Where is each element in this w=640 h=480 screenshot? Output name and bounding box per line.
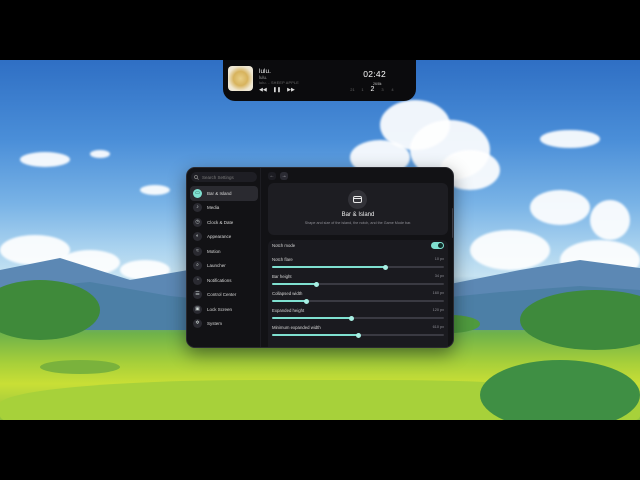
media-controls: ◀◀ ❚❚ ▶▶ [259,87,295,93]
settings-rows: Notch mode Notch flare 10 px Bar height 34 p… [268,240,448,347]
slider-fill [272,283,317,285]
dynamic-island[interactable]: lulu. lulu. lulu. - SHEEP APPLE ◀◀ ❚❚ ▶▶… [223,60,416,101]
sidebar-item-motion[interactable]: ≈ Motion [190,244,258,259]
sidebar-item-label: Notifications [207,277,232,283]
palette-icon: ◐ [193,232,202,242]
settings-content: ← → Bar & Island Shape and size of the i… [262,168,453,347]
setting-value: 160 px [432,291,444,295]
search-box[interactable] [191,172,257,182]
day-item[interactable]: 4 [390,87,395,92]
search-input[interactable] [202,174,257,180]
rocket-icon: ⌕ [193,261,202,271]
sidebar-item-label: Lock Screen [207,306,233,312]
day-item[interactable]: 21 [350,87,355,92]
sidebar-item-label: System [207,321,223,327]
setting-label: Notch mode [272,243,296,248]
slider-knob[interactable] [314,281,320,287]
slider-fill [272,266,386,268]
track-artist: lulu. [259,75,268,80]
sidebar-item-label: Launcher [207,263,226,269]
slider-fill [272,317,352,319]
sidebar-item-clock-date[interactable]: ◷ Clock & Date [190,215,258,230]
section-title: Bar & Island [341,212,375,218]
search-icon [194,174,199,180]
pause-icon[interactable]: ❚❚ [273,87,281,93]
window-icon [348,190,367,209]
album-art [228,66,253,91]
gear-icon: ✲ [193,319,202,329]
sidebar-item-label: Bar & Island [207,190,232,196]
bar-height-slider[interactable] [272,281,444,287]
sidebar-item-system[interactable]: ✲ System [190,317,258,332]
sidebar-item-label: Control Center [207,292,237,298]
collapsed-width-slider[interactable] [272,298,444,304]
day-item[interactable]: 1 [360,87,365,92]
settings-window: ▭ Bar & Island ♪ Media ◷ Clock & Date ◐ Appeara… [186,167,454,348]
sidebar-item-control-center[interactable]: ☰ Control Center [190,288,258,303]
sidebar-item-media[interactable]: ♪ Media [190,201,258,216]
slider-knob[interactable] [383,264,389,270]
settings-sidebar: ▭ Bar & Island ♪ Media ◷ Clock & Date ◐ Appeara… [187,168,261,347]
setting-value: 120 px [432,308,444,312]
island-icon: ▭ [193,188,202,198]
music-note-icon: ♪ [193,203,202,213]
section-header-card: Bar & Island Shape and size of the islan… [268,183,448,235]
motion-icon: ≈ [193,246,202,256]
slider-knob[interactable] [348,315,354,321]
sidebar-item-launcher[interactable]: ⌕ Launcher [190,259,258,274]
date-strip: 21 1 2 3 4 [350,86,395,93]
slider-knob[interactable] [303,298,309,304]
slider-fill [272,300,307,302]
sliders-icon: ☰ [193,290,202,300]
sidebar-item-label: Motion [207,248,221,254]
track-album: lulu. - SHEEP APPLE [259,81,300,85]
toolbar: ← → [268,172,288,180]
track-title: lulu. [259,68,271,75]
setting-value: 10 px [434,257,444,261]
minimum-expanded-width-slider[interactable] [272,332,444,338]
lock-icon: ▣ [193,304,202,314]
settings-nav: ▭ Bar & Island ♪ Media ◷ Clock & Date ◐ Appeara… [190,186,258,331]
sidebar-item-lock-screen[interactable]: ▣ Lock Screen [190,302,258,317]
notch-flare-slider[interactable] [272,264,444,270]
sidebar-item-label: Clock & Date [207,219,234,225]
setting-value: 34 px [434,274,444,278]
day-item[interactable]: 3 [380,87,385,92]
sidebar-item-label: Appearance [207,234,232,240]
expanded-height-slider[interactable] [272,315,444,321]
section-subtitle: Shape and size of the island, the notch,… [304,221,412,225]
forward-button[interactable]: → [280,172,288,180]
sidebar-item-label: Media [207,205,220,211]
setting-label: Expanded height [272,308,305,313]
sidebar-item-notifications[interactable]: ◔ Notifications [190,273,258,288]
setting-label: Minimum expanded width [272,325,321,330]
setting-label: Notch flare [272,257,293,262]
clock: 02:42 [363,69,386,79]
scrollbar[interactable] [452,208,453,238]
slider-fill [272,334,358,336]
screen: lulu. lulu. lulu. - SHEEP APPLE ◀◀ ❚❚ ▶▶… [0,0,640,480]
bell-icon: ◔ [193,275,202,285]
notch-mode-toggle[interactable] [431,242,444,249]
day-item-today[interactable]: 2 [370,86,375,93]
back-button[interactable]: ← [268,172,276,180]
setting-label: Bar height [272,274,292,279]
setting-value: 610 px [432,325,444,329]
slider-knob[interactable] [355,332,361,338]
sidebar-item-appearance[interactable]: ◐ Appearance [190,230,258,245]
clock-icon: ◷ [193,217,202,227]
setting-label: Collapsed width [272,291,303,296]
next-track-icon[interactable]: ▶▶ [287,87,295,93]
previous-track-icon[interactable]: ◀◀ [259,87,267,93]
sidebar-item-bar-island[interactable]: ▭ Bar & Island [190,186,258,201]
